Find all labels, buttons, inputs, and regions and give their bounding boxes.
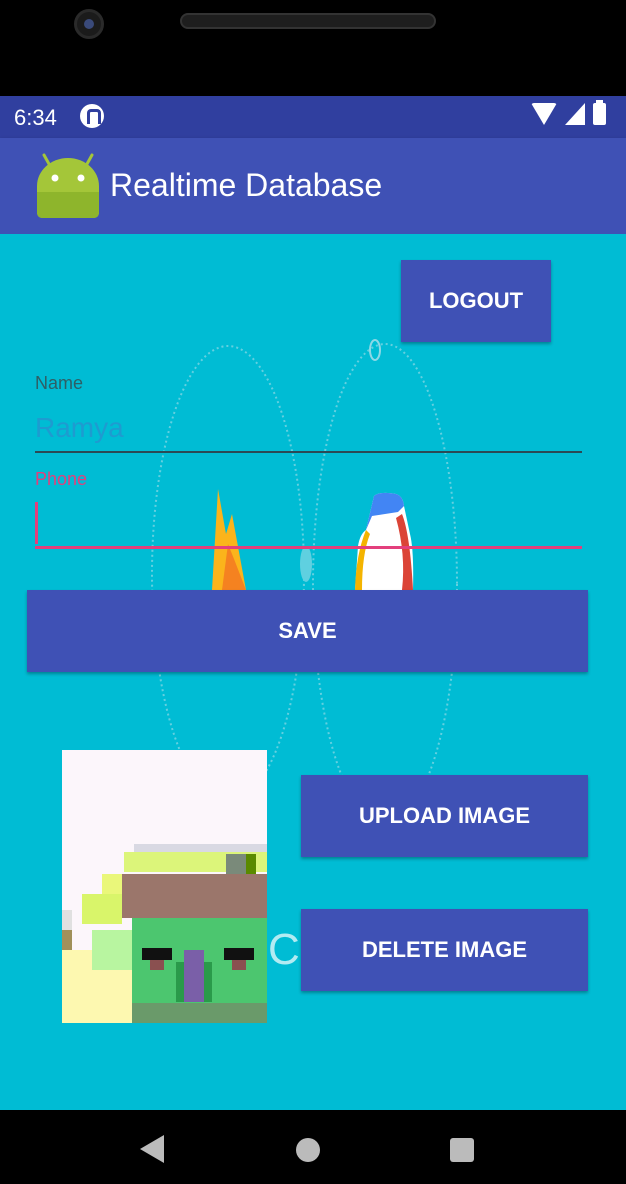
wifi-icon — [531, 103, 557, 125]
navigation-bar — [0, 1110, 626, 1184]
android-launcher-icon — [37, 153, 99, 218]
name-label: Name — [35, 373, 84, 393]
speaker-grille — [180, 13, 436, 29]
phone-input[interactable] — [35, 546, 582, 549]
uploaded-image-thumbnail — [62, 750, 267, 1023]
app-title: Realtime Database — [110, 167, 383, 203]
signal-icon — [565, 103, 585, 125]
recents-icon[interactable] — [450, 1138, 474, 1162]
back-icon[interactable] — [140, 1135, 164, 1163]
upload-image-button[interactable]: UPLOAD IMAGE — [301, 775, 588, 857]
save-button[interactable]: SAVE — [27, 590, 588, 672]
app-bar: Realtime Database — [0, 138, 626, 234]
camera-icon — [74, 9, 104, 39]
status-icons — [531, 100, 606, 125]
phone-label: Phone — [35, 469, 88, 489]
name-input[interactable]: Ramya — [35, 412, 124, 444]
battery-icon — [593, 100, 606, 125]
home-icon[interactable] — [296, 1138, 320, 1162]
main-content: Clo LOGOUT Name Ramya Phone SAVE UPLOAD … — [0, 234, 626, 1110]
status-bar: 6:34 — [0, 96, 626, 138]
logout-button[interactable]: LOGOUT — [401, 260, 551, 342]
delete-image-button[interactable]: DELETE IMAGE — [301, 909, 588, 991]
device-bezel — [0, 0, 626, 96]
notification-icon — [80, 104, 104, 128]
name-underline — [35, 451, 582, 453]
phone-input-cursor[interactable] — [35, 502, 38, 544]
status-time: 6:34 — [14, 105, 57, 130]
